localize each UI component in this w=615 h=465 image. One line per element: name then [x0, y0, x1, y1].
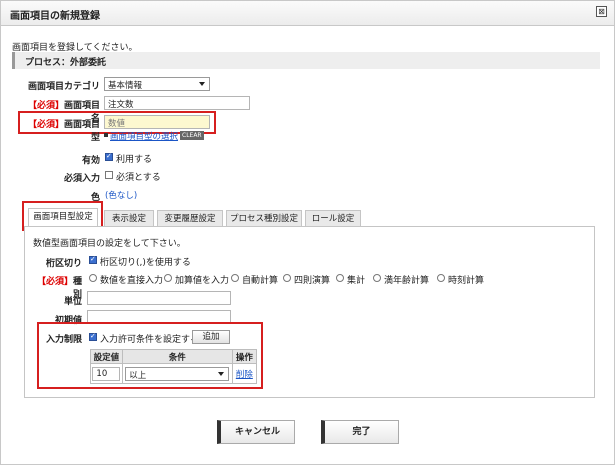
category-label: 画面項目カテゴリ	[27, 82, 100, 92]
unit-input[interactable]	[87, 291, 231, 305]
panel-description: 数値型画面項目の設定をして下さい。	[33, 239, 186, 249]
restriction-checkbox-label: 入力許可条件を設定する	[100, 335, 200, 345]
condition-operator-cell: 以上	[121, 363, 233, 384]
kind-option-label: 集計	[347, 276, 366, 286]
separator-label: 桁区切り	[45, 259, 82, 269]
kind-radio-add[interactable]	[164, 274, 172, 282]
required-input-checkbox[interactable]	[105, 171, 113, 179]
process-header: プロセス：外部委託	[12, 52, 600, 69]
condition-value-cell: 10	[90, 363, 123, 384]
type-label-row: 【必須】画面項目型	[20, 117, 100, 143]
type-select-link[interactable]: 画面項目型の選択	[110, 130, 178, 142]
required-input-label: 必須入力	[63, 174, 100, 184]
separator-checkbox[interactable]	[89, 255, 97, 264]
name-input[interactable]: 注文数	[104, 96, 250, 110]
condition-operator-select[interactable]: 以上	[125, 366, 230, 381]
tab-display-settings[interactable]: 表示設定	[104, 210, 154, 227]
kind-option-label: 四則演算	[294, 276, 331, 286]
tab-history-settings[interactable]: 変更履歴設定	[157, 210, 223, 227]
chevron-down-icon	[199, 82, 205, 86]
kind-option-label: 加算値を入力	[175, 276, 230, 286]
required-mark: 【必須】	[27, 120, 64, 130]
column-header: 設定値	[90, 349, 123, 364]
required-mark: 【必須】	[36, 277, 73, 287]
kind-radio-age[interactable]	[373, 274, 381, 282]
table-row: 10 以上 削除	[90, 363, 258, 384]
kind-option-label: 自動計算	[242, 276, 279, 286]
done-button[interactable]: 完了	[321, 420, 399, 444]
category-value: 基本情報	[108, 81, 143, 91]
unit-label: 単位	[63, 297, 82, 307]
cancel-button[interactable]: キャンセル	[217, 420, 295, 444]
kind-radio-auto[interactable]	[231, 274, 239, 282]
enabled-checkbox-label: 利用する	[116, 155, 153, 165]
close-icon[interactable]: ⊠	[596, 6, 607, 17]
column-header: 条件	[121, 349, 233, 364]
kind-radio-time[interactable]	[437, 274, 445, 282]
condition-action-cell: 削除	[231, 363, 258, 384]
kind-option-label: 数値を直接入力	[100, 276, 164, 286]
condition-table: 設定値 条件 操作 10 以上 削除	[90, 349, 258, 384]
chevron-down-icon	[218, 371, 225, 376]
enabled-label: 有効	[81, 156, 100, 166]
condition-operator-value: 以上	[129, 370, 147, 381]
kind-option-label: 時刻計算	[448, 276, 485, 286]
delete-condition-link[interactable]: 削除	[236, 370, 253, 380]
enabled-checkbox[interactable]	[105, 152, 113, 161]
kind-option-label: 満年齢計算	[384, 276, 430, 286]
restriction-checkbox[interactable]	[89, 332, 97, 341]
type-input[interactable]: 数値	[104, 115, 210, 129]
restriction-label: 入力制限	[45, 335, 82, 345]
kind-radio-arith[interactable]	[283, 274, 291, 282]
category-select[interactable]: 基本情報	[104, 77, 210, 91]
color-link[interactable]: (色なし)	[105, 189, 137, 201]
column-header: 操作	[231, 349, 258, 364]
bullet-icon	[104, 133, 108, 137]
kind-radio-direct[interactable]	[89, 274, 97, 282]
required-input-checkbox-label: 必須とする	[116, 173, 161, 183]
condition-value-input[interactable]: 10	[92, 366, 121, 381]
clear-button[interactable]: CLEAR	[180, 131, 204, 140]
type-label: 画面項目型	[63, 120, 100, 143]
process-label: プロセス：外部委託	[25, 58, 107, 68]
tab-role-settings[interactable]: ロール設定	[305, 210, 361, 227]
add-condition-button[interactable]: 追加	[192, 330, 230, 344]
required-mark: 【必須】	[27, 101, 64, 111]
kind-radio-sum[interactable]	[336, 274, 344, 282]
dialog-title: 画面項目の新規登録	[10, 11, 100, 22]
separator-checkbox-label: 桁区切り(,)を使用する	[100, 258, 191, 268]
tab-process-type-settings[interactable]: プロセス種別設定	[226, 210, 302, 227]
